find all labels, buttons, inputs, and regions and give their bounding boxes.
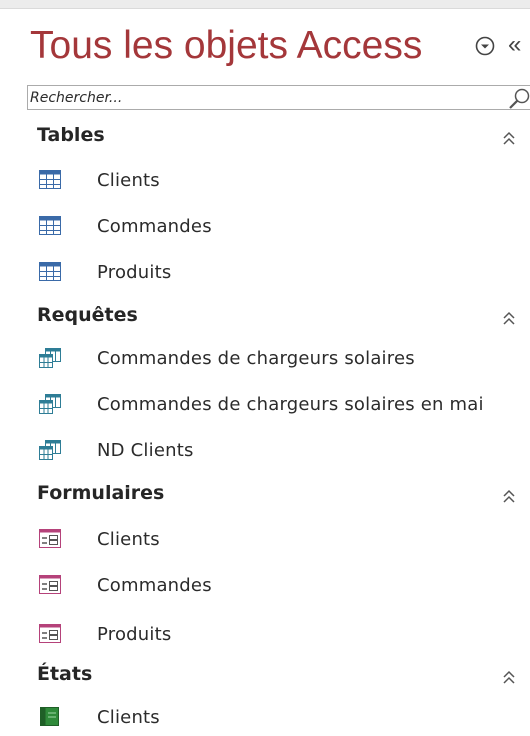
magnifier-icon <box>509 88 530 109</box>
nav-item-table-commandes[interactable]: Commandes <box>37 209 530 245</box>
nav-item-label: Clients <box>97 529 160 550</box>
query-icon <box>39 348 61 368</box>
nav-item-table-clients[interactable]: Clients <box>37 163 530 199</box>
query-icon <box>39 394 61 414</box>
form-icon <box>39 624 61 643</box>
shutter-bar-close-button[interactable]: « <box>508 30 530 60</box>
table-icon <box>39 262 61 281</box>
table-icon <box>39 216 61 235</box>
table-icon <box>39 170 61 189</box>
search-box <box>27 85 530 110</box>
nav-item-label: Commandes de chargeurs solaires en mai <box>97 394 484 415</box>
nav-item-label: ND Clients <box>97 440 194 461</box>
nav-item-query-chargeurs-mai[interactable]: Commandes de chargeurs solaires en mai <box>37 387 530 423</box>
group-label-reports: États <box>37 663 93 685</box>
nav-item-report-clients[interactable]: Clients <box>37 700 530 736</box>
nav-item-label: Produits <box>97 624 172 645</box>
top-divider <box>0 0 530 9</box>
nav-item-label: Produits <box>97 262 172 283</box>
query-icon <box>39 440 61 460</box>
search-button[interactable] <box>507 87 530 109</box>
nav-item-label: Clients <box>97 707 160 728</box>
nav-item-label: Commandes <box>97 216 212 237</box>
search-input[interactable] <box>30 87 490 108</box>
group-label-forms: Formulaires <box>37 482 165 504</box>
nav-item-table-produits[interactable]: Produits <box>37 255 530 291</box>
form-icon <box>39 575 61 594</box>
double-chevron-up-icon <box>503 670 515 684</box>
nav-item-form-commandes[interactable]: Commandes <box>37 568 530 604</box>
double-chevron-up-icon <box>503 131 515 145</box>
pane-title: Tous les objets Access <box>30 24 423 67</box>
group-header-reports[interactable]: États <box>37 661 530 691</box>
nav-item-label: Clients <box>97 170 160 191</box>
nav-item-label: Commandes de chargeurs solaires <box>97 348 415 369</box>
nav-item-label: Commandes <box>97 575 212 596</box>
nav-item-form-clients[interactable]: Clients <box>37 522 530 558</box>
circle-chevron-down-icon <box>475 36 495 56</box>
nav-item-query-chargeurs[interactable]: Commandes de chargeurs solaires <box>37 341 530 377</box>
pane-menu-button[interactable] <box>474 35 496 57</box>
group-header-tables[interactable]: Tables <box>37 122 530 152</box>
group-label-queries: Requêtes <box>37 304 138 326</box>
double-chevron-up-icon <box>503 311 515 325</box>
group-header-forms[interactable]: Formulaires <box>37 480 530 510</box>
nav-item-query-nd-clients[interactable]: ND Clients <box>37 433 530 469</box>
nav-item-form-produits[interactable]: Produits <box>37 617 530 653</box>
form-icon <box>39 529 61 548</box>
report-icon <box>40 707 59 726</box>
double-chevron-up-icon <box>503 489 515 503</box>
group-label-tables: Tables <box>37 124 105 146</box>
group-header-queries[interactable]: Requêtes <box>37 302 530 332</box>
double-chevron-left-icon: « <box>508 31 522 58</box>
